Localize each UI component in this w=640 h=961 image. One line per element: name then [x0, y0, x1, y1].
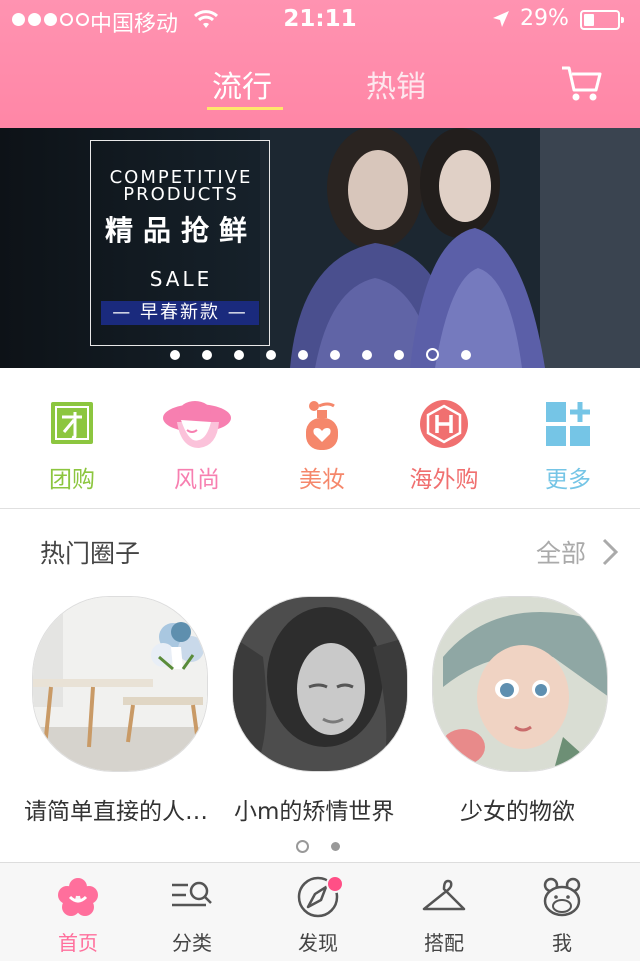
circle-card[interactable]: 小m的矫情世界	[232, 596, 408, 825]
location-arrow-icon	[493, 11, 509, 27]
promo-text-box: COMPETITIVE PRODUCTS 精品抢鲜 SALE — 早春新款 —	[90, 140, 270, 346]
pager-dot[interactable]	[202, 349, 212, 360]
notification-badge	[326, 875, 344, 893]
banner-photo	[260, 128, 640, 368]
circles-pager[interactable]	[296, 840, 340, 853]
circle-name: 小m的矫情世界	[234, 799, 395, 825]
category-label: 风尚	[174, 467, 220, 493]
hat-icon	[163, 401, 231, 448]
circle-card[interactable]: 少女的物欲	[432, 596, 608, 825]
tab-trending[interactable]: 流行	[212, 62, 272, 106]
chevron-right-icon[interactable]	[600, 538, 620, 566]
nav-label: 发现	[298, 931, 338, 955]
pager-dot[interactable]	[461, 349, 471, 360]
category-label: 更多	[545, 467, 591, 493]
circle-name: 请简单直接的人…	[24, 799, 208, 825]
banner-pager[interactable]	[170, 348, 471, 361]
tab-hot-sales[interactable]: 热销	[366, 62, 426, 106]
category-label: 团购	[49, 467, 95, 493]
promo-sale-label: SALE	[149, 267, 213, 291]
category-label: 海外购	[409, 467, 479, 493]
overseas-h-icon	[420, 400, 468, 448]
promo-chinese-title: 精品抢鲜	[104, 214, 257, 247]
nav-label: 我	[552, 931, 572, 955]
category-search-icon	[172, 881, 212, 907]
category-fashion[interactable]: 风尚	[137, 400, 257, 494]
perfume-icon	[306, 401, 338, 450]
hanger-icon	[422, 879, 466, 911]
pager-dot[interactable]	[330, 349, 340, 360]
promo-banner[interactable]: COMPETITIVE PRODUCTS 精品抢鲜 SALE — 早春新款 —	[0, 128, 640, 368]
circle-thumbnail	[232, 596, 408, 772]
category-more[interactable]: 更多	[508, 400, 628, 494]
nav-home[interactable]: 首页	[14, 875, 142, 956]
pager-dot[interactable]	[266, 349, 276, 360]
pager-dot[interactable]	[298, 349, 308, 360]
circle-card[interactable]: 请简单直接的人…	[24, 596, 208, 825]
pager-dot[interactable]	[394, 349, 404, 360]
promo-english-title: COMPETITIVE PRODUCTS	[109, 167, 253, 205]
battery-icon	[580, 10, 624, 30]
status-bar: 中国移动 21:11 29%	[0, 0, 640, 40]
nav-label: 首页	[58, 931, 98, 955]
category-row: 团购 风尚 美妆 海外购 更多	[0, 368, 640, 509]
pager-dot-current[interactable]	[296, 840, 309, 853]
more-grid-icon	[546, 402, 590, 446]
see-all-link[interactable]: 全部	[536, 534, 586, 570]
active-tab-underline	[207, 107, 283, 110]
pager-dot[interactable]	[234, 349, 244, 360]
category-label: 美妆	[299, 467, 345, 493]
circle-thumbnail	[32, 596, 208, 772]
pager-dot[interactable]	[331, 842, 340, 851]
top-header: 中国移动 21:11 29% 流行 热销	[0, 0, 640, 128]
category-group-buy[interactable]: 团购	[12, 400, 132, 494]
category-overseas[interactable]: 海外购	[384, 400, 504, 494]
promo-tag: — 早春新款 —	[101, 301, 259, 325]
nav-me[interactable]: 我	[498, 875, 626, 956]
bottom-nav: 首页 分类 发现 搭配 我	[0, 862, 640, 961]
nav-category[interactable]: 分类	[128, 875, 256, 956]
nav-outfit[interactable]: 搭配	[380, 875, 508, 956]
section-title: 热门圈子	[40, 539, 141, 568]
pager-dot-current[interactable]	[426, 348, 439, 361]
pager-dot[interactable]	[362, 349, 372, 360]
flower-home-icon	[58, 878, 98, 916]
nav-discover[interactable]: 发现	[254, 875, 382, 956]
cart-icon[interactable]	[560, 64, 604, 104]
group-buy-icon	[51, 402, 93, 444]
category-beauty[interactable]: 美妆	[262, 400, 382, 494]
nav-label: 分类	[172, 931, 212, 955]
pager-dot[interactable]	[170, 349, 180, 360]
nav-label: 搭配	[424, 931, 464, 955]
circle-name: 少女的物欲	[460, 799, 575, 825]
battery-percent: 29%	[520, 6, 569, 31]
bear-face-icon	[543, 877, 581, 917]
circle-thumbnail	[432, 596, 608, 772]
